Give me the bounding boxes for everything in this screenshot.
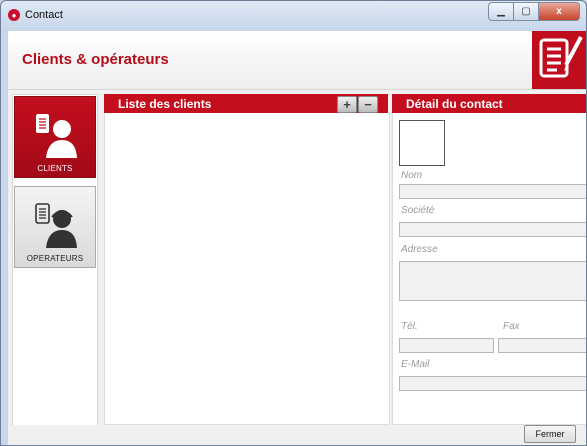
contact-detail-panel: Nom Société Adresse Tél. Fax E-Mail [392,113,586,425]
page-title: Clients & opérateurs [22,51,169,68]
app-logo-icon: ● [8,9,20,21]
email-field[interactable] [399,376,586,391]
contact-detail-title: Détail du contact [406,97,503,111]
tel-field[interactable] [399,338,494,353]
footer: Fermer [8,425,586,445]
societe-field[interactable] [399,222,586,237]
societe-label: Société [401,205,435,216]
window-title: Contact [25,9,63,21]
window-controls: ▁ ▢ x [488,2,580,21]
tel-label: Tél. [401,321,418,332]
nom-label: Nom [401,170,423,181]
sidebar-item-clients[interactable]: CLIENTS [14,96,96,178]
client-list-header: Liste des clients + − [104,94,388,113]
sidebar-item-label: CLIENTS [37,164,73,173]
contact-photo[interactable] [399,120,445,166]
sidebar-item-label: OPERATEURS [26,254,84,263]
sidebar-item-operateurs[interactable]: OPERATEURS [14,186,96,268]
client-list[interactable] [104,113,390,425]
fax-field[interactable] [498,338,586,353]
maximize-icon: ▢ [521,6,531,17]
close-icon: x [556,6,562,17]
title-bar: ● Contact ▁ ▢ x [1,1,586,31]
client-person-icon [33,112,77,160]
add-client-button[interactable]: + [337,96,357,113]
adresse-field[interactable] [399,261,586,301]
operator-person-icon [33,202,77,250]
remove-client-button[interactable]: − [358,96,378,113]
nom-field[interactable] [399,184,586,199]
client-area: Clients & opérateurs CLIENTS OPERATEURS … [8,31,586,445]
adresse-label: Adresse [401,244,438,255]
plus-icon: + [343,97,351,112]
minus-icon: − [364,97,372,112]
email-label: E-Mail [401,359,430,370]
fermer-button[interactable]: Fermer [524,425,576,443]
contact-window: ● Contact ▁ ▢ x Clients & opérateurs CLI… [0,0,587,446]
contact-detail-header: Détail du contact [392,94,586,113]
sidebar: CLIENTS OPERATEURS [12,94,98,426]
close-window-button[interactable]: x [539,2,580,21]
maximize-button[interactable]: ▢ [514,2,539,21]
client-list-title: Liste des clients [118,97,212,111]
page-header: Clients & opérateurs [8,31,586,90]
contact-edit-icon [532,31,586,89]
minimize-button[interactable]: ▁ [488,2,514,21]
minimize-icon: ▁ [497,6,505,17]
fax-label: Fax [503,321,520,332]
